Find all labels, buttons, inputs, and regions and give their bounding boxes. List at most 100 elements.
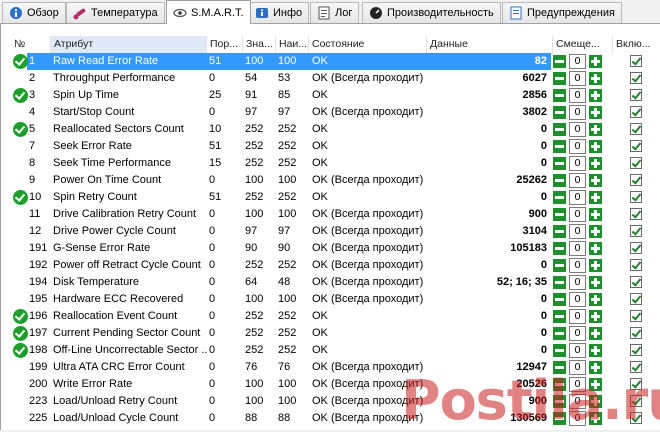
increment-offset-button[interactable] [589,259,602,272]
decrement-offset-button[interactable] [553,157,566,170]
offset-field[interactable]: 0 [569,326,586,341]
offset-field[interactable]: 0 [569,224,586,239]
enabled-checkbox[interactable] [630,310,642,322]
tab-log[interactable]: Лог [310,2,360,23]
enabled-checkbox[interactable] [630,259,642,271]
increment-offset-button[interactable] [589,89,602,102]
tab-performance[interactable]: Производительность [362,2,501,23]
decrement-offset-button[interactable] [553,242,566,255]
offset-field[interactable]: 0 [569,54,586,69]
offset-field[interactable]: 0 [569,258,586,273]
decrement-offset-button[interactable] [553,327,566,340]
enabled-checkbox[interactable] [630,140,642,152]
offset-field[interactable]: 0 [569,309,586,324]
enabled-checkbox[interactable] [630,89,642,101]
increment-offset-button[interactable] [589,293,602,306]
col-attribute[interactable]: Атрибут [51,36,207,53]
tab-overview[interactable]: Обзор [2,2,66,23]
offset-field[interactable]: 0 [569,105,586,120]
table-row[interactable]: 11 Drive Calibration Retry Count 0 100 100 OK… [1,206,660,223]
tab-warnings[interactable]: Предупреждения [502,2,622,23]
enabled-checkbox[interactable] [630,157,642,169]
increment-offset-button[interactable] [589,123,602,136]
enabled-checkbox[interactable] [630,242,642,254]
offset-field[interactable]: 0 [569,173,586,188]
offset-field[interactable]: 0 [569,275,586,290]
enabled-checkbox[interactable] [630,191,642,203]
table-row[interactable]: 1 Raw Read Error Rate 51 100 100 OK 82 0 [1,53,660,70]
offset-field[interactable]: 0 [569,88,586,103]
col-value[interactable]: Зна... [243,36,276,53]
increment-offset-button[interactable] [589,344,602,357]
col-data[interactable]: Данные [427,36,553,53]
col-enabled[interactable]: Вклю... [613,36,659,53]
decrement-offset-button[interactable] [553,293,566,306]
table-row[interactable]: 197 Current Pending Sector Count 0 252 252 OK… [1,325,660,342]
increment-offset-button[interactable] [589,327,602,340]
table-row[interactable]: 196 Reallocation Event Count 0 252 252 OK 0 0 [1,308,660,325]
increment-offset-button[interactable] [589,191,602,204]
col-offset[interactable]: Смеще... [553,36,613,53]
decrement-offset-button[interactable] [553,225,566,238]
enabled-checkbox[interactable] [630,327,642,339]
decrement-offset-button[interactable] [553,123,566,136]
col-worst[interactable]: Наи... [276,36,309,53]
decrement-offset-button[interactable] [553,72,566,85]
enabled-checkbox[interactable] [630,208,642,220]
offset-field[interactable]: 0 [569,71,586,86]
increment-offset-button[interactable] [589,276,602,289]
table-row[interactable]: 198 Off-Line Uncorrectable Sector ... 0 252… [1,342,660,359]
increment-offset-button[interactable] [589,225,602,238]
offset-field[interactable]: 0 [569,343,586,358]
enabled-checkbox[interactable] [630,72,642,84]
offset-field[interactable]: 0 [569,190,586,205]
decrement-offset-button[interactable] [553,89,566,102]
table-row[interactable]: 3 Spin Up Time 25 91 85 OK 2856 0 [1,87,660,104]
table-row[interactable]: 12 Drive Power Cycle Count 0 97 97 OK (Всегда… [1,223,660,240]
increment-offset-button[interactable] [589,106,602,119]
increment-offset-button[interactable] [589,174,602,187]
tab-info[interactable]: Инфо [248,2,310,23]
enabled-checkbox[interactable] [630,123,642,135]
decrement-offset-button[interactable] [553,344,566,357]
offset-field[interactable]: 0 [569,241,586,256]
table-row[interactable]: 194 Disk Temperature 0 64 48 OK (Всегда прохо… [1,274,660,291]
table-row[interactable]: 195 Hardware ECC Recovered 0 100 100 OK (Всег… [1,291,660,308]
offset-field[interactable]: 0 [569,207,586,222]
increment-offset-button[interactable] [589,72,602,85]
increment-offset-button[interactable] [589,208,602,221]
tab-temperature[interactable]: Температура [66,2,165,23]
table-row[interactable]: 10 Spin Retry Count 51 252 252 OK 0 0 [1,189,660,206]
decrement-offset-button[interactable] [553,55,566,68]
decrement-offset-button[interactable] [553,310,566,323]
enabled-checkbox[interactable] [630,276,642,288]
increment-offset-button[interactable] [589,310,602,323]
decrement-offset-button[interactable] [553,191,566,204]
enabled-checkbox[interactable] [630,344,642,356]
table-row[interactable]: 192 Power off Retract Cycle Count 0 252 252 O… [1,257,660,274]
increment-offset-button[interactable] [589,242,602,255]
tab-smart[interactable]: S.M.A.R.T. [166,0,251,24]
col-num[interactable]: № [11,36,51,53]
enabled-checkbox[interactable] [630,55,642,67]
table-row[interactable]: 5 Reallocated Sectors Count 10 252 252 OK 0 0 [1,121,660,138]
offset-field[interactable]: 0 [569,292,586,307]
table-row[interactable]: 8 Seek Time Performance 15 252 252 OK 0 0 [1,155,660,172]
increment-offset-button[interactable] [589,55,602,68]
decrement-offset-button[interactable] [553,174,566,187]
table-row[interactable]: 7 Seek Error Rate 51 252 252 OK 0 0 [1,138,660,155]
increment-offset-button[interactable] [589,140,602,153]
decrement-offset-button[interactable] [553,259,566,272]
increment-offset-button[interactable] [589,157,602,170]
table-row[interactable]: 9 Power On Time Count 0 100 100 OK (Всегда пр… [1,172,660,189]
enabled-checkbox[interactable] [630,174,642,186]
table-row[interactable]: 2 Throughput Performance 0 54 53 OK (Всегда п… [1,70,660,87]
enabled-checkbox[interactable] [630,293,642,305]
offset-field[interactable]: 0 [569,122,586,137]
decrement-offset-button[interactable] [553,276,566,289]
table-row[interactable]: 4 Start/Stop Count 0 97 97 OK (Всегда проходи… [1,104,660,121]
col-state[interactable]: Состояние [309,36,427,53]
decrement-offset-button[interactable] [553,208,566,221]
decrement-offset-button[interactable] [553,106,566,119]
col-threshold[interactable]: Пор... [207,36,243,53]
